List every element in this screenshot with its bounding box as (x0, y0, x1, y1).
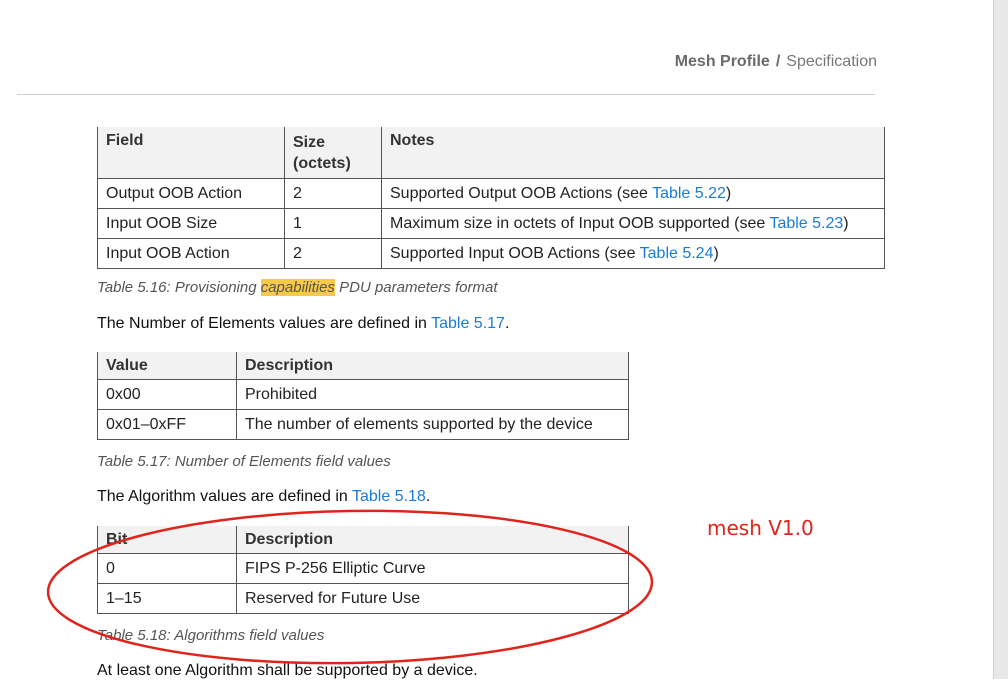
size-cell: 2 (284, 238, 382, 269)
paragraph: The Number of Elements values are define… (97, 315, 509, 333)
size-cell: 1 (284, 208, 382, 239)
header-title: Mesh Profile (674, 53, 770, 70)
table-caption: Table 5.18: Algorithms field values (97, 627, 325, 644)
column-header: Notes (381, 127, 885, 179)
table-row: Input OOB Action 2 Supported Input OOB A… (97, 238, 885, 269)
column-header: Bit (97, 526, 237, 554)
column-header: Description (236, 352, 629, 380)
search-highlight: capabilities (260, 279, 335, 296)
caption-text: Table 5.16: Provisioning (97, 279, 261, 296)
notes-text: Supported Input OOB Actions (see (390, 245, 640, 262)
annotation-label: mesh V1.0 (707, 516, 814, 540)
field-cell: Input OOB Size (97, 208, 285, 239)
description-cell: FIPS P-256 Elliptic Curve (236, 553, 629, 584)
description-cell: Reserved for Future Use (236, 583, 629, 614)
header-separator: / (775, 53, 781, 70)
header-subtitle: Specification (786, 53, 877, 70)
page-header: Mesh Profile / Specification (0, 53, 877, 71)
bit-cell: 1–15 (97, 583, 237, 614)
paragraph-text: . (425, 488, 431, 505)
bit-cell: 0 (97, 553, 237, 584)
table-row: Output OOB Action 2 Supported Output OOB… (97, 178, 885, 209)
caption-text: PDU parameters format (334, 279, 498, 296)
notes-text: ) (843, 215, 849, 232)
provisioning-capabilities-table: Field Size (octets) Notes Output OOB Act… (97, 127, 885, 269)
column-header: Size (octets) (284, 127, 382, 179)
header-divider (17, 94, 875, 95)
notes-text: ) (725, 185, 732, 202)
notes-cell: Supported Output OOB Actions (see Table … (381, 178, 885, 209)
size-cell: 2 (284, 178, 382, 209)
column-header: Field (97, 127, 285, 179)
scrollbar[interactable] (993, 0, 1008, 679)
table-row: 0 FIPS P-256 Elliptic Curve (97, 553, 629, 584)
notes-text: Supported Output OOB Actions (see (390, 185, 653, 202)
paragraph-text: The Algorithm values are defined in (97, 488, 352, 505)
description-cell: Prohibited (236, 379, 629, 410)
column-header: Value (97, 352, 237, 380)
paragraph: The Algorithm values are defined in Tabl… (97, 488, 430, 506)
description-cell: The number of elements supported by the … (236, 409, 629, 440)
table-caption: Table 5.16: Provisioning capabilities PD… (97, 279, 497, 296)
table-row: 0x01–0xFF The number of elements support… (97, 409, 629, 440)
table-header-row: Bit Description (97, 526, 629, 554)
table-link[interactable]: Table 5.24 (640, 245, 714, 262)
paragraph: At least one Algorithm shall be supporte… (97, 662, 478, 679)
table-header-row: Field Size (octets) Notes (97, 127, 885, 179)
value-cell: 0x00 (97, 379, 237, 410)
paragraph-text: The Number of Elements values are define… (97, 315, 432, 332)
table-row: 1–15 Reserved for Future Use (97, 583, 629, 614)
notes-text: Maximum size in octets of Input OOB supp… (390, 215, 770, 232)
column-header: Description (236, 526, 629, 554)
table-link[interactable]: Table 5.18 (352, 488, 426, 505)
table-caption: Table 5.17: Number of Elements field val… (97, 453, 391, 470)
field-cell: Input OOB Action (97, 238, 285, 269)
number-of-elements-table: Value Description 0x00 Prohibited 0x01–0… (97, 352, 629, 440)
table-link[interactable]: Table 5.17 (431, 315, 505, 332)
table-row: 0x00 Prohibited (97, 379, 629, 410)
table-row: Input OOB Size 1 Maximum size in octets … (97, 208, 885, 239)
table-link[interactable]: Table 5.22 (652, 185, 726, 202)
notes-cell: Supported Input OOB Actions (see Table 5… (381, 238, 885, 269)
table-link[interactable]: Table 5.23 (769, 215, 843, 232)
notes-text: ) (713, 245, 719, 262)
paragraph-text: . (504, 315, 510, 332)
value-cell: 0x01–0xFF (97, 409, 237, 440)
field-cell: Output OOB Action (97, 178, 285, 209)
algorithms-table: Bit Description 0 FIPS P-256 Elliptic Cu… (97, 526, 629, 614)
table-header-row: Value Description (97, 352, 629, 380)
notes-cell: Maximum size in octets of Input OOB supp… (381, 208, 885, 239)
